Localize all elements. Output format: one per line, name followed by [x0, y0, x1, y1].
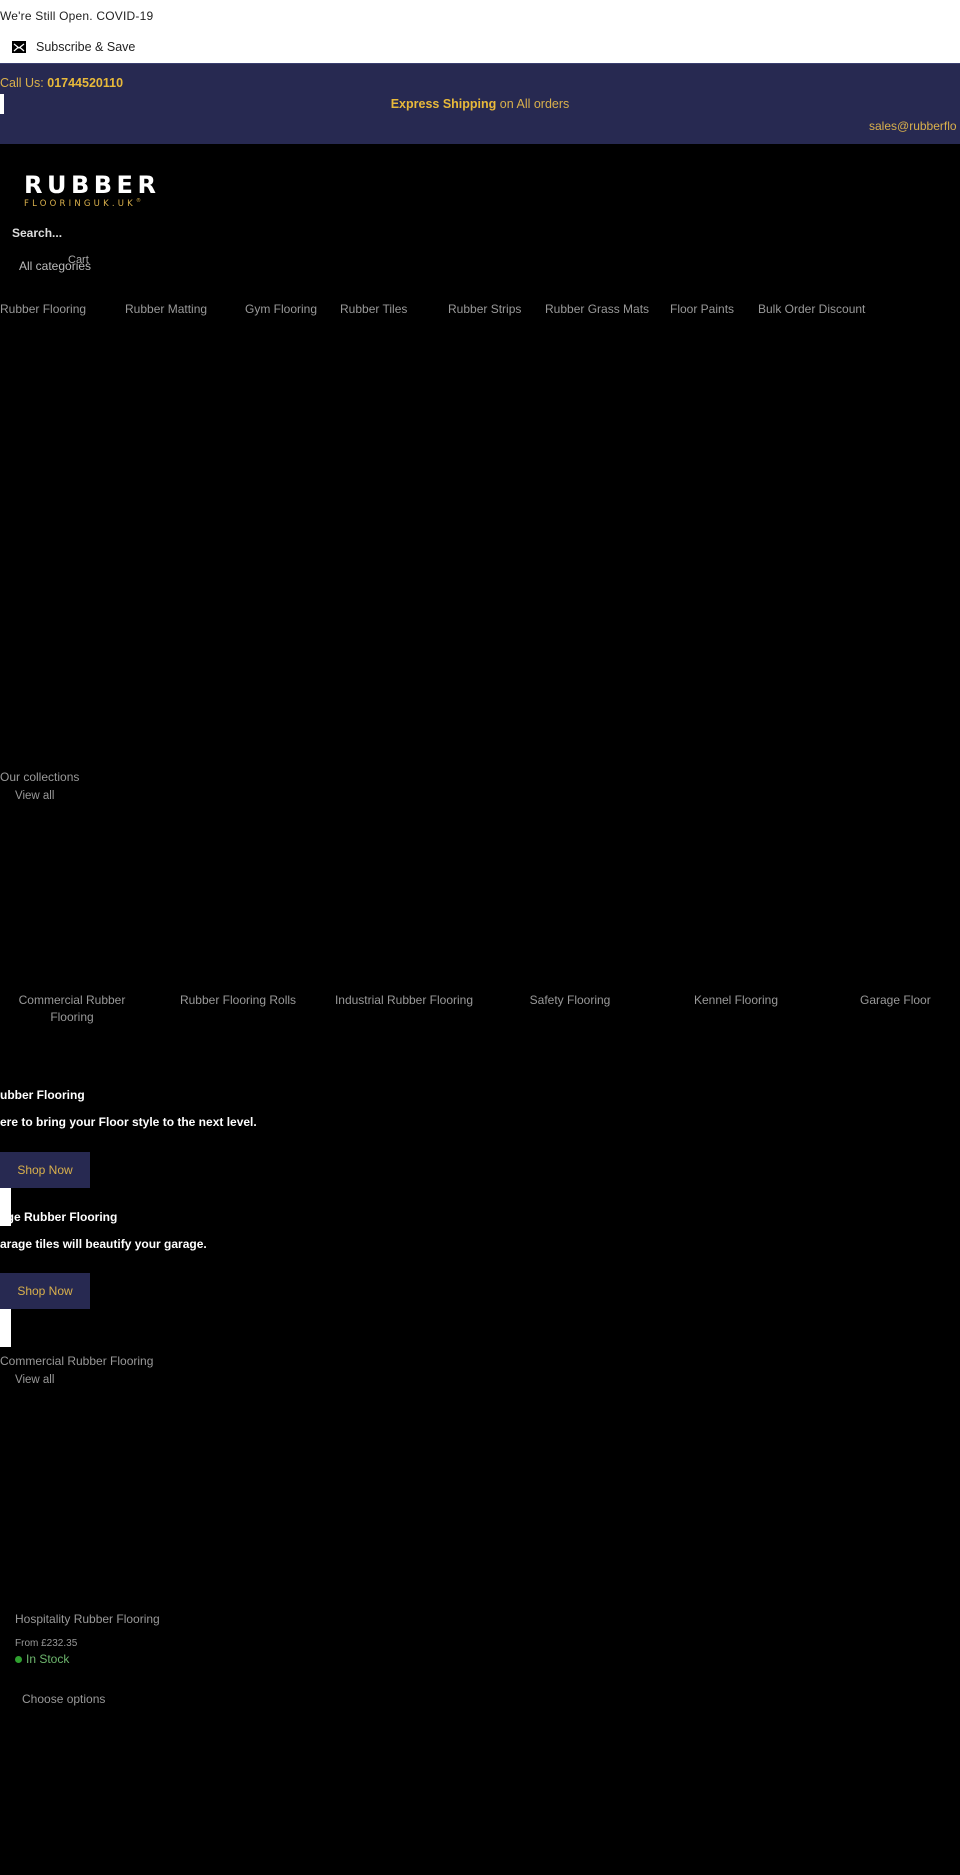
shipping-message: Express Shipping on All orders	[0, 97, 960, 111]
collection-item[interactable]: Safety Flooring	[495, 992, 645, 1009]
banner-title: age Rubber Flooring	[0, 1210, 118, 1224]
subscribe-label: Subscribe & Save	[36, 40, 136, 54]
search-input[interactable]	[12, 226, 212, 240]
slide-indicator	[0, 1309, 11, 1347]
nav-item-rubber-strips[interactable]: Rubber Strips	[448, 302, 521, 316]
nav-item-rubber-tiles[interactable]: Rubber Tiles	[340, 302, 407, 316]
collections-view-all-link[interactable]: View all	[15, 790, 54, 802]
choose-options-button[interactable]: Choose options	[22, 1692, 105, 1706]
shop-now-button[interactable]: Shop Now	[0, 1273, 90, 1309]
collection-item[interactable]: Kennel Flooring	[661, 992, 811, 1009]
collection-item[interactable]: Garage Floor	[860, 992, 960, 1009]
cart-link[interactable]: Cart	[68, 254, 89, 266]
collection-item[interactable]: Rubber Flooring Rolls	[163, 992, 313, 1009]
nav-item-floor-paints[interactable]: Floor Paints	[670, 302, 734, 316]
shipping-bold: Express Shipping	[390, 97, 497, 111]
covid-notice-link[interactable]: We're Still Open. COVID-19	[0, 9, 153, 23]
call-us-label: Call Us:	[0, 76, 44, 90]
nav-item-rubber-matting[interactable]: Rubber Matting	[125, 302, 207, 316]
product-title[interactable]: Hospitality Rubber Flooring	[15, 1612, 160, 1626]
banner-text: ere to bring your Floor style to the nex…	[0, 1115, 257, 1129]
logo-sub-text: FLOORINGUK.UK®	[24, 198, 141, 209]
collection-item[interactable]: Commercial Rubber Flooring	[0, 992, 147, 1026]
email-link[interactable]: sales@rubberflo	[869, 119, 957, 133]
featured-view-all-link[interactable]: View all	[15, 1374, 54, 1386]
stock-dot-icon	[15, 1655, 22, 1663]
nav-item-rubber-grass-mats[interactable]: Rubber Grass Mats	[545, 302, 649, 316]
logo-main-text: RUBBER	[24, 171, 161, 199]
shop-now-button[interactable]: Shop Now	[0, 1152, 90, 1188]
nav-item-rubber-flooring[interactable]: Rubber Flooring	[0, 302, 86, 316]
stock-status: In Stock	[15, 1652, 69, 1666]
top-notice-bar: We're Still Open. COVID-19 Subscribe & S…	[0, 0, 960, 64]
call-us: Call Us: 01744520110	[0, 76, 123, 90]
product-price: From £232.35	[15, 1638, 78, 1649]
collections-title: Our collections	[0, 770, 80, 784]
featured-collection-title: Commercial Rubber Flooring	[0, 1354, 154, 1368]
main-nav: Rubber Flooring Rubber Matting Gym Floor…	[0, 302, 960, 322]
site-logo[interactable]: RUBBER FLOORINGUK.UK®	[24, 173, 160, 209]
banner-title: ubber Flooring	[0, 1088, 85, 1102]
stock-label: In Stock	[26, 1652, 70, 1666]
mail-icon	[12, 41, 26, 53]
phone-link[interactable]: 01744520110	[47, 76, 123, 90]
collection-item[interactable]: Industrial Rubber Flooring	[329, 992, 479, 1009]
nav-item-bulk-order-discount[interactable]: Bulk Order Discount	[758, 302, 865, 316]
shipping-rest: on All orders	[499, 97, 570, 111]
nav-item-gym-flooring[interactable]: Gym Flooring	[245, 302, 317, 316]
announcement-bar: Call Us: 01744520110 Express Shipping on…	[0, 64, 960, 144]
banner-text: arage tiles will beautify your garage.	[0, 1237, 207, 1251]
subscribe-link[interactable]: Subscribe & Save	[12, 40, 135, 54]
